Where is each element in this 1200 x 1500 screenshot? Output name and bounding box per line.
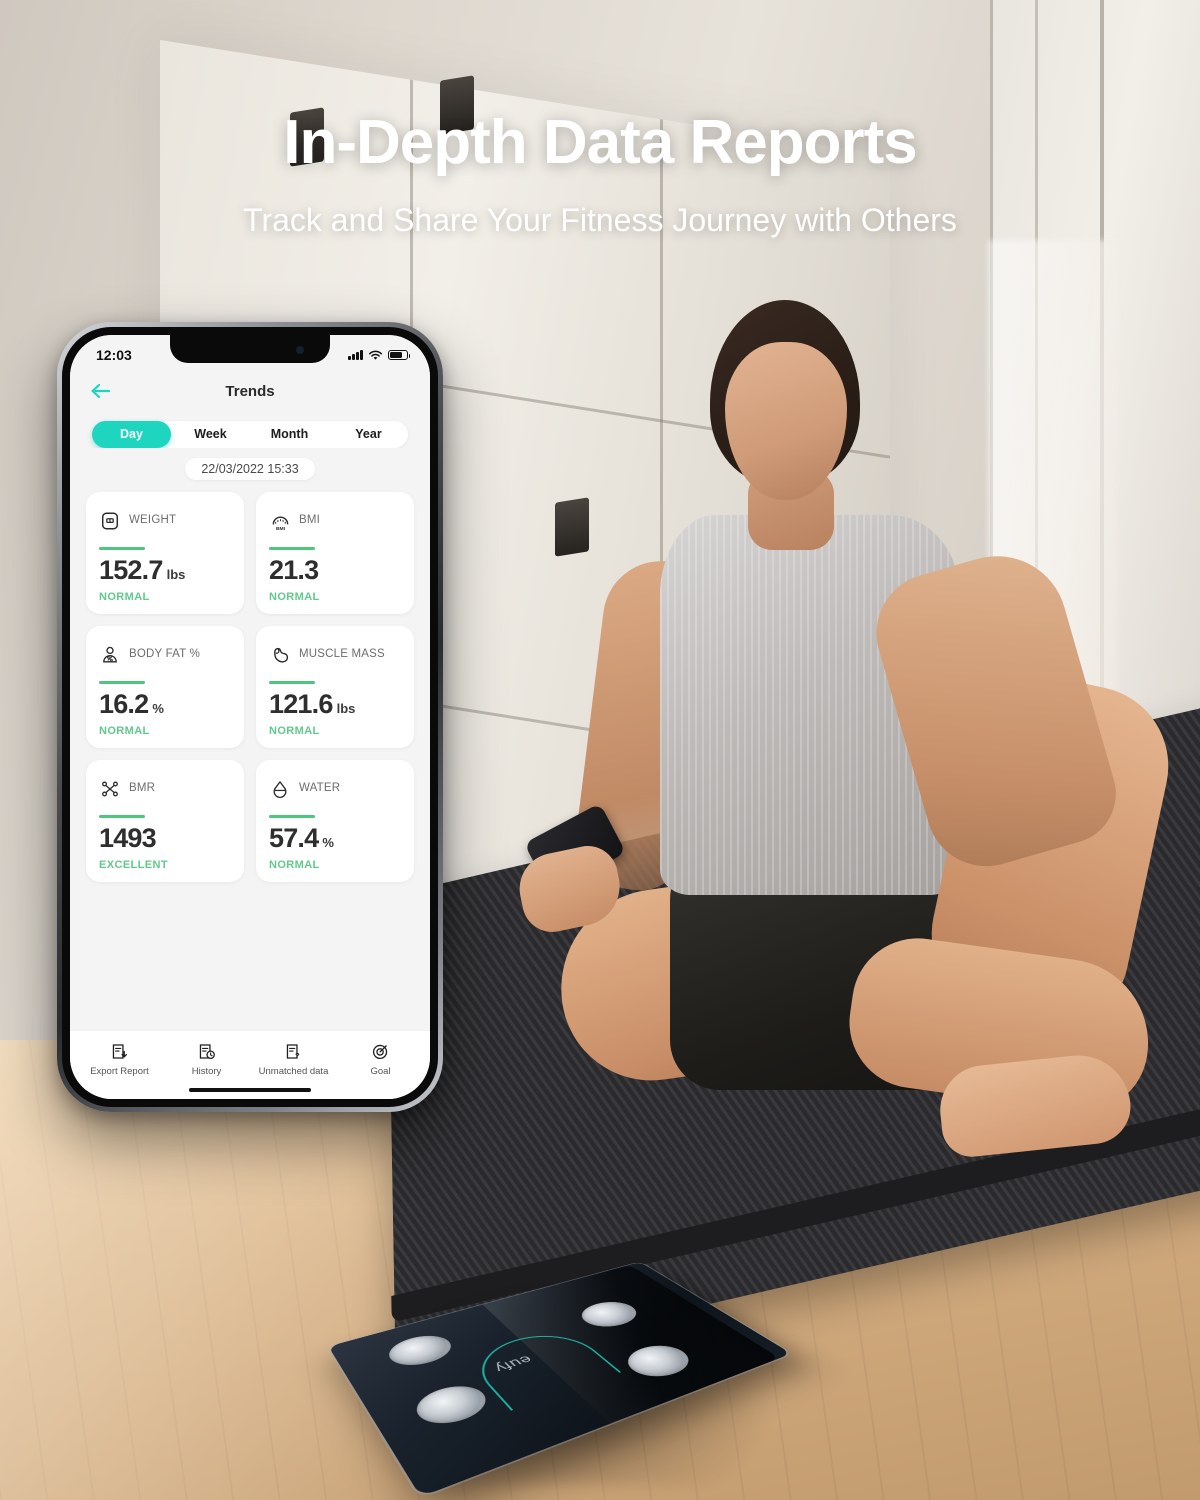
accent-bar: [269, 547, 315, 550]
tab-unmatched-data[interactable]: ? Unmatched data: [250, 1040, 337, 1077]
card-header: WEIGHT: [99, 504, 231, 538]
metric-unit: lbs: [166, 567, 186, 582]
metric-label: MUSCLE MASS: [299, 648, 385, 661]
accent-bar: [99, 681, 145, 684]
metric-label: WATER: [299, 782, 341, 795]
metric-card-water[interactable]: WATER 57.4 % NORMAL: [256, 760, 414, 882]
metric-label: BODY FAT %: [129, 648, 201, 661]
metric-value-row: 152.7 lbs: [99, 555, 231, 586]
status-badge: NORMAL: [269, 591, 320, 603]
metrics-grid: WEIGHT 152.7 lbs NORMAL BMI BMI 21.3 NOR…: [70, 488, 430, 1030]
metric-label: WEIGHT: [129, 514, 177, 527]
tab-year[interactable]: Year: [329, 421, 408, 448]
metric-value-row: 57.4 %: [269, 823, 401, 854]
metric-card-bmi[interactable]: BMI BMI 21.3 NORMAL: [256, 492, 414, 614]
person-face: [725, 342, 847, 500]
battery-icon: [388, 350, 411, 360]
bmr-molecule-icon: [99, 778, 121, 800]
metric-card-muscle-mass[interactable]: MUSCLE MASS 121.6 lbs NORMAL: [256, 626, 414, 748]
metric-card-bmr[interactable]: BMR 1493 EXCELLENT: [86, 760, 244, 882]
home-indicator[interactable]: [189, 1087, 311, 1093]
metric-value: 121.6: [269, 689, 333, 719]
nav-bar: Trends: [70, 369, 430, 413]
front-camera: [296, 346, 304, 354]
goal-target-icon: [337, 1040, 424, 1062]
bottom-tab-bar: Export Report History ? Unmatched data G…: [70, 1030, 430, 1081]
export-report-icon: [76, 1040, 163, 1062]
tab-day[interactable]: Day: [92, 421, 171, 448]
tab-label: Unmatched data: [258, 1066, 329, 1077]
status-icons: [348, 350, 411, 361]
tab-label: Goal: [370, 1066, 391, 1077]
phone-screen: 12:03 Trends Day Week Month Year 22/03/2…: [70, 335, 430, 1099]
bmi-gauge-icon: BMI: [269, 510, 291, 532]
status-badge: NORMAL: [269, 725, 320, 737]
date-row: 22/03/2022 15:33: [70, 448, 430, 488]
status-badge: NORMAL: [269, 859, 320, 871]
signal-bars-icon: [348, 350, 363, 360]
scale-icon: [99, 510, 121, 532]
phone-notch: [170, 335, 330, 363]
promo-text-block: In-Depth Data Reports Track and Share Yo…: [0, 110, 1200, 239]
metric-unit: %: [152, 701, 164, 716]
svg-text:?: ?: [295, 1051, 300, 1060]
person-photo: [512, 260, 1200, 1240]
tab-goal[interactable]: Goal: [337, 1040, 424, 1077]
page-subtitle: Track and Share Your Fitness Journey wit…: [243, 201, 957, 238]
tab-history[interactable]: History: [163, 1040, 250, 1077]
metric-label: BMI: [299, 514, 321, 527]
home-indicator-area: [70, 1081, 430, 1099]
card-header: BMI BMI: [269, 504, 401, 538]
status-badge: NORMAL: [99, 725, 150, 737]
tab-month[interactable]: Month: [250, 421, 329, 448]
metric-value: 152.7: [99, 555, 163, 585]
accent-bar: [99, 815, 145, 818]
status-badge: NORMAL: [99, 591, 150, 603]
tab-week[interactable]: Week: [171, 421, 250, 448]
metric-value: 21.3: [269, 555, 319, 585]
muscle-icon: [269, 644, 291, 666]
measurement-date[interactable]: 22/03/2022 15:33: [185, 458, 315, 480]
wifi-icon: [369, 350, 382, 360]
tab-label: History: [191, 1066, 222, 1077]
scale-electrode: [407, 1379, 496, 1432]
tab-export-report[interactable]: Export Report: [76, 1040, 163, 1077]
segmented-control: Day Week Month Year: [92, 421, 408, 448]
status-time: 12:03: [96, 347, 132, 363]
scale-electrode: [381, 1330, 460, 1372]
body-fat-icon: [99, 644, 121, 666]
metric-value-row: 1493: [99, 823, 231, 854]
phone-mockup: 12:03 Trends Day Week Month Year 22/03/2…: [57, 322, 443, 1112]
back-arrow-icon[interactable]: [88, 378, 114, 404]
card-header: BODY FAT %: [99, 638, 231, 672]
accent-bar: [269, 815, 315, 818]
metric-value-row: 16.2 %: [99, 689, 231, 720]
metric-value: 57.4: [269, 823, 319, 853]
history-clock-icon: [163, 1040, 250, 1062]
unmatched-data-icon: ?: [250, 1040, 337, 1062]
period-filter: Day Week Month Year: [70, 413, 430, 448]
accent-bar: [269, 681, 315, 684]
metric-value-row: 21.3: [269, 555, 401, 586]
metric-unit: %: [322, 835, 334, 850]
tab-label: Export Report: [90, 1066, 149, 1077]
metric-unit: lbs: [336, 701, 356, 716]
svg-text:BMI: BMI: [275, 526, 285, 532]
card-header: WATER: [269, 772, 401, 806]
page-title: Trends: [225, 382, 275, 400]
smart-scale-product: eufy: [328, 1215, 795, 1497]
metric-card-weight[interactable]: WEIGHT 152.7 lbs NORMAL: [86, 492, 244, 614]
water-drop-icon: [269, 778, 291, 800]
status-badge: EXCELLENT: [99, 859, 168, 871]
metric-value-row: 121.6 lbs: [269, 689, 401, 720]
accent-bar: [99, 547, 145, 550]
metric-card-body-fat[interactable]: BODY FAT % 16.2 % NORMAL: [86, 626, 244, 748]
metric-value: 1493: [99, 823, 157, 853]
card-header: BMR: [99, 772, 231, 806]
metric-value: 16.2: [99, 689, 149, 719]
metric-label: BMR: [129, 782, 156, 795]
card-header: MUSCLE MASS: [269, 638, 401, 672]
page-title: In-Depth Data Reports: [283, 108, 917, 177]
